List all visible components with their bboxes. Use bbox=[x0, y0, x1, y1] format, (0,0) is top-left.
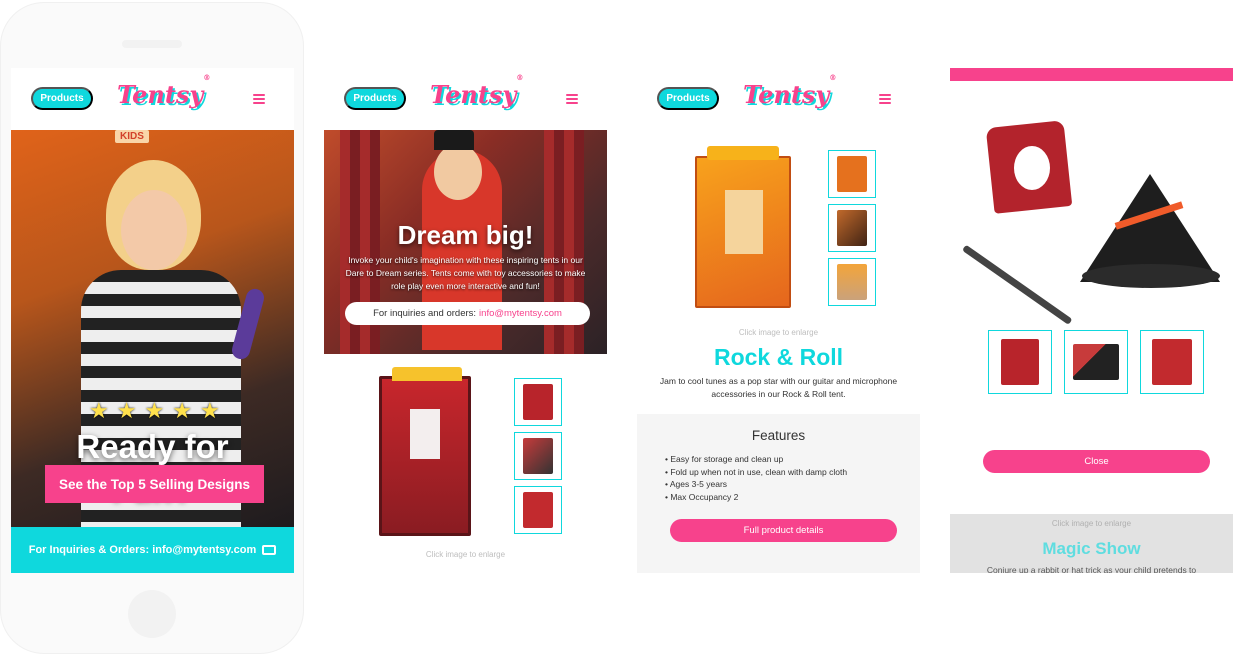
popstar-thumbnails bbox=[828, 150, 876, 306]
logo-text: Tentsy bbox=[117, 80, 204, 109]
logo-registered-mark: ® bbox=[203, 73, 211, 82]
screen-home: Products Tentsy® KIDS ★ ★ ★ ★ ★ Ready fo… bbox=[11, 68, 294, 573]
enlarge-hint: Click image to enlarge bbox=[1051, 519, 1132, 528]
magic-thumbnails bbox=[514, 378, 562, 534]
tentsy-logo[interactable]: Tentsy® bbox=[430, 73, 523, 109]
magic-tent-image[interactable] bbox=[379, 367, 471, 536]
products-button[interactable]: Products bbox=[31, 87, 93, 110]
hamburger-icon[interactable] bbox=[879, 94, 891, 104]
enlarge-hint: Click image to enlarge bbox=[738, 328, 819, 337]
top5-designs-button[interactable]: See the Top 5 Selling Designs bbox=[45, 465, 264, 503]
enlarge-hint: Click image to enlarge bbox=[425, 550, 506, 559]
dream-subtext: Invoke your child's imagination with the… bbox=[345, 255, 586, 291]
screen-rock-and-roll: Products Tentsy® Click image to enlarge … bbox=[637, 68, 920, 573]
tentsy-logo[interactable]: Tentsy® bbox=[743, 73, 836, 109]
logo-registered-mark: ® bbox=[516, 73, 524, 82]
star-icon: ★ bbox=[89, 398, 109, 423]
close-button[interactable]: Close bbox=[983, 450, 1210, 473]
site-header: Products Tentsy® bbox=[324, 68, 607, 130]
dream-hero-banner: Dream big! Invoke your child's imaginati… bbox=[324, 130, 607, 354]
hamburger-icon[interactable] bbox=[253, 94, 265, 104]
star-icon: ★ bbox=[199, 398, 220, 423]
features-panel: Features Easy for storage and clean up F… bbox=[637, 414, 920, 573]
thumbnail-tent[interactable] bbox=[828, 150, 876, 198]
list-item: Fold up when not in use, clean with damp… bbox=[665, 466, 847, 479]
thumbnail-tent-front[interactable] bbox=[514, 486, 562, 534]
star-icon: ★ bbox=[172, 398, 192, 423]
popstar-tent-image[interactable] bbox=[695, 146, 791, 308]
products-button[interactable]: Products bbox=[344, 87, 406, 110]
inquiry-pill[interactable]: For inquiries and orders: info@mytentsy.… bbox=[345, 302, 590, 325]
product-title: Rock & Roll bbox=[713, 344, 844, 370]
phone-home-button bbox=[128, 590, 176, 638]
magician-hat bbox=[434, 130, 474, 150]
thumbnail-tent[interactable] bbox=[514, 378, 562, 426]
star-icon: ★ bbox=[144, 398, 165, 423]
logo-text: Tentsy bbox=[743, 80, 830, 109]
product-description: Jam to cool tunes as a pop star with our… bbox=[659, 376, 898, 399]
lightbox-thumbnails bbox=[988, 330, 1204, 394]
footer-text: For Inquiries & Orders: info@mytentsy.co… bbox=[28, 544, 257, 556]
product-title: Magic Show bbox=[1042, 539, 1141, 558]
product-description: Conjure up a rabbit or hat trick as your… bbox=[986, 565, 1197, 573]
inquiry-email-link[interactable]: info@mytentsy.com bbox=[479, 308, 562, 319]
thumbnail-tent[interactable] bbox=[988, 330, 1052, 394]
screen-lightbox: Close Click image to enlarge Magic Show … bbox=[950, 68, 1233, 573]
site-header: Products Tentsy® bbox=[11, 68, 294, 130]
magic-accessories-image bbox=[961, 120, 1224, 325]
dream-headline: Dream big! bbox=[397, 220, 534, 250]
features-list: Easy for storage and clean up Fold up wh… bbox=[665, 453, 847, 503]
kids-sign: KIDS bbox=[115, 130, 149, 143]
phone-speaker bbox=[122, 40, 182, 48]
list-item: Easy for storage and clean up bbox=[665, 453, 847, 466]
truck-icon bbox=[262, 545, 277, 555]
thumbnail-accessories[interactable] bbox=[514, 432, 562, 480]
thumbnail-accessories[interactable] bbox=[1064, 330, 1128, 394]
features-heading: Features bbox=[751, 428, 806, 443]
lightbox-top-bar bbox=[950, 68, 1233, 81]
mockup-stage: Products Tentsy® KIDS ★ ★ ★ ★ ★ Ready fo… bbox=[0, 0, 1234, 656]
screen-dream-big: Products Tentsy® Dream big! Invoke your … bbox=[324, 68, 607, 573]
hamburger-icon[interactable] bbox=[566, 94, 578, 104]
thumbnail-guitar[interactable] bbox=[828, 204, 876, 252]
logo-registered-mark: ® bbox=[829, 73, 837, 82]
rating-stars: ★ ★ ★ ★ ★ bbox=[89, 400, 220, 422]
inquiries-footer[interactable]: For Inquiries & Orders: info@mytentsy.co… bbox=[11, 527, 294, 573]
list-item: Ages 3-5 years bbox=[665, 478, 847, 491]
full-product-details-button[interactable]: Full product details bbox=[670, 519, 897, 542]
list-item: Max Occupancy 2 bbox=[665, 491, 847, 504]
thumbnail-tent-front[interactable] bbox=[1140, 330, 1204, 394]
site-header: Products Tentsy® bbox=[637, 68, 920, 130]
tentsy-logo[interactable]: Tentsy® bbox=[117, 73, 210, 109]
products-button[interactable]: Products bbox=[657, 87, 719, 110]
thumbnail-kid-in-tent[interactable] bbox=[828, 258, 876, 306]
star-icon: ★ bbox=[116, 398, 137, 423]
logo-text: Tentsy bbox=[430, 80, 517, 109]
